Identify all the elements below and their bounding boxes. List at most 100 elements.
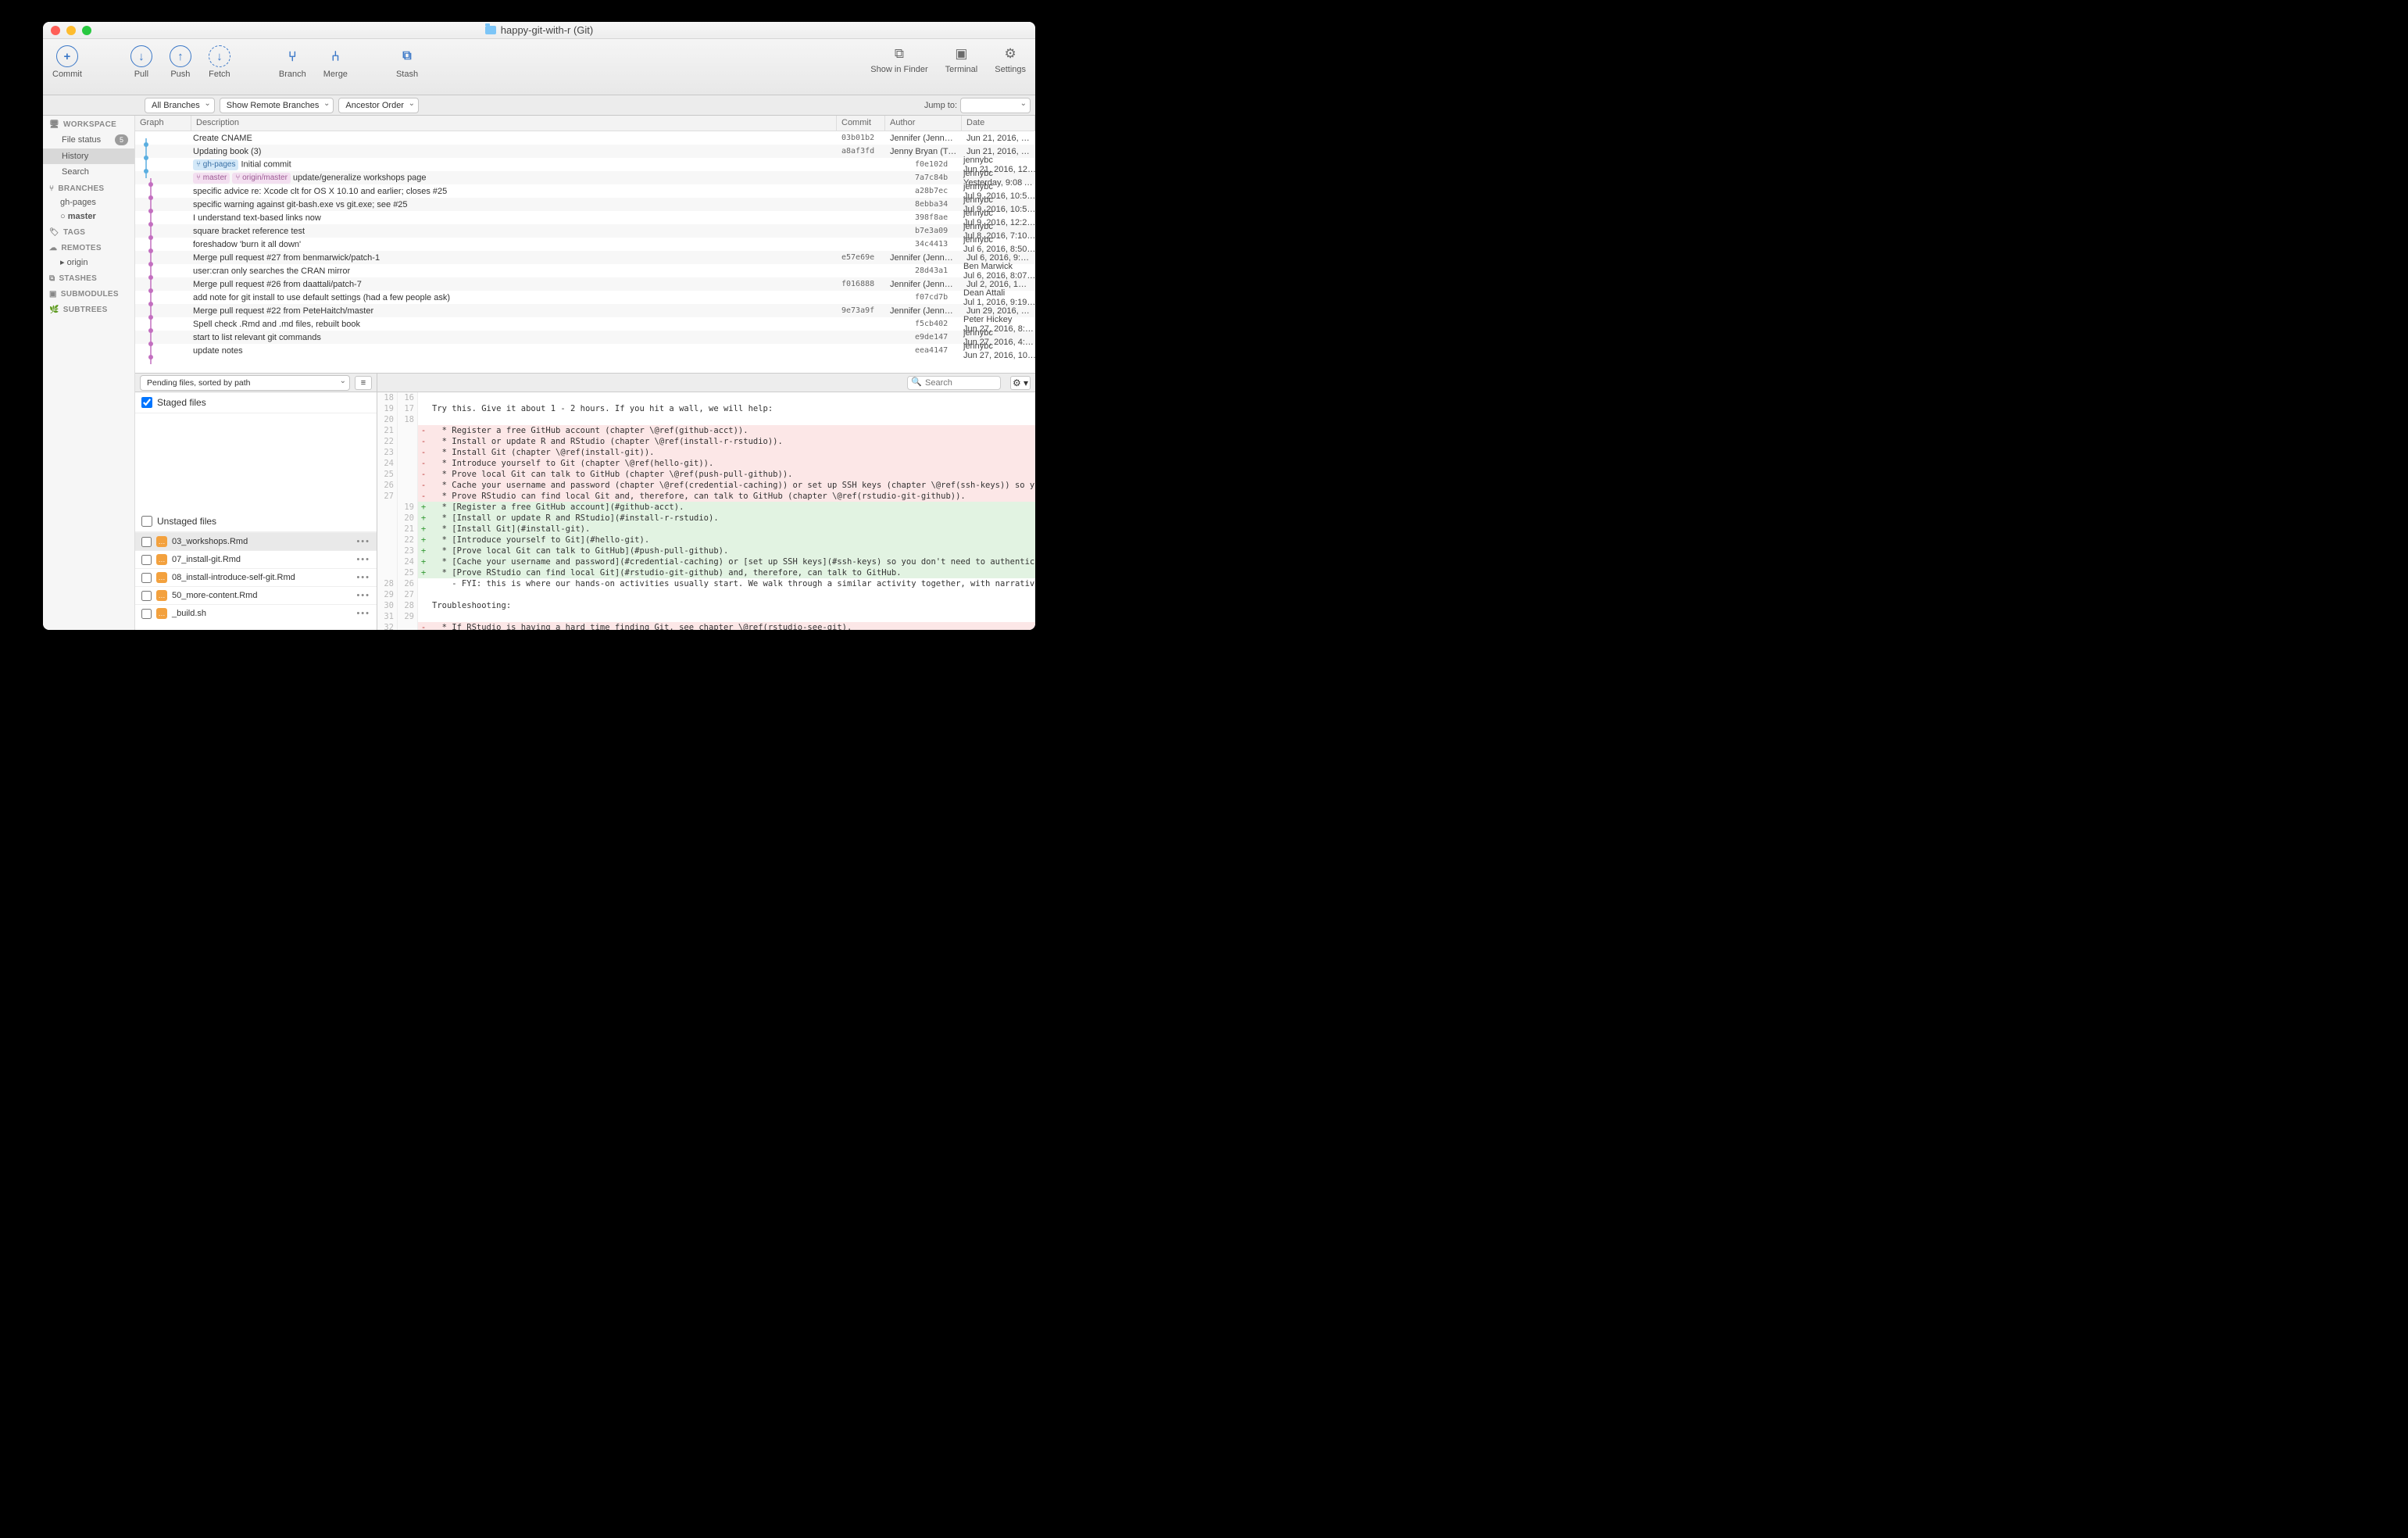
sidebar-item-history[interactable]: History [43,148,134,164]
staged-files-section[interactable]: Staged files [135,392,377,413]
modified-icon: … [156,554,167,565]
sidebar-item-file-status[interactable]: File status 5 [43,131,134,148]
commit-row[interactable]: ⑂ gh-pagesInitial commit f0e102d jennybc… [135,158,1035,171]
files-panel: Pending files, sorted by path ≡ Staged f… [135,374,377,630]
col-date[interactable]: Date [962,116,1035,131]
col-commit[interactable]: Commit [837,116,885,131]
body: 🖥 WORKSPACE File status 5 History Search… [43,116,1035,630]
branch-button[interactable]: ⑂ Branch [279,45,306,79]
commit-row[interactable]: add note for git install to use default … [135,291,1035,304]
file-item[interactable]: … 03_workshops.Rmd ••• [135,532,377,550]
commit-button[interactable]: + Commit [52,45,82,79]
unstaged-files-section[interactable]: Unstaged files [135,511,377,532]
fetch-button[interactable]: ↓ Fetch [209,45,230,79]
commit-row[interactable]: Create CNAME 03b01b2 Jennifer (Jenny) B…… [135,131,1035,145]
staged-checkbox[interactable] [141,397,152,408]
file-more-button[interactable]: ••• [356,537,370,546]
branch-master[interactable]: master [43,209,134,224]
commit-row[interactable]: I understand text-based links now 398f8a… [135,211,1035,224]
finder-icon: ⧉ [891,45,908,63]
branch-filter-select[interactable]: All Branches [145,98,215,113]
commit-row[interactable]: Updating book (3) a8af3fd Jenny Bryan (T… [135,145,1035,158]
file-more-button[interactable]: ••• [356,591,370,600]
diff-toolbar: ⚙ ▾ [377,374,1035,392]
file-name: 50_more-content.Rmd [172,591,257,600]
file-stage-checkbox[interactable] [141,609,152,619]
file-more-button[interactable]: ••• [356,555,370,564]
filter-bar: All Branches Show Remote Branches Ancest… [43,95,1035,116]
order-select[interactable]: Ancestor Order [338,98,419,113]
show-in-finder-button[interactable]: ⧉ Show in Finder [870,45,927,74]
commit-row[interactable]: update notes eea4147 jennybc Jun 27, 201… [135,344,1035,357]
diff-line: 25+ * [Prove RStudio can find local Git]… [377,567,1035,578]
file-stage-checkbox[interactable] [141,591,152,601]
diff-settings-button[interactable]: ⚙ ▾ [1010,376,1031,390]
pending-files-select[interactable]: Pending files, sorted by path [140,375,350,391]
modified-icon: … [156,590,167,601]
commit-row[interactable]: Merge pull request #26 from daattali/pat… [135,277,1035,291]
commit-row[interactable]: Merge pull request #22 from PeteHaitch/m… [135,304,1035,317]
file-more-button[interactable]: ••• [356,573,370,582]
col-author[interactable]: Author [885,116,962,131]
file-stage-checkbox[interactable] [141,555,152,565]
history-panel: Graph Description Commit Author Date Cre… [135,116,1035,374]
commit-row[interactable]: Spell check .Rmd and .md files, rebuilt … [135,317,1035,331]
col-description[interactable]: Description [191,116,837,131]
commit-row[interactable]: user:cran only searches the CRAN mirror … [135,264,1035,277]
remotes-section: ☁ REMOTES [43,239,134,255]
branches-section: ⑂ BRANCHES [43,180,134,195]
file-stage-checkbox[interactable] [141,573,152,583]
diff-line: 2826 - FYI: this is where our hands-on a… [377,578,1035,589]
history-rows: Create CNAME 03b01b2 Jennifer (Jenny) B…… [135,131,1035,373]
file-more-button[interactable]: ••• [356,609,370,618]
list-view-button[interactable]: ≡ [355,376,372,390]
commit-row[interactable]: foreshadow 'burn it all down' 34c4413 je… [135,238,1035,251]
file-item[interactable]: … 50_more-content.Rmd ••• [135,586,377,604]
sidebar-item-search[interactable]: Search [43,164,134,180]
diff-line: 2018 [377,414,1035,425]
commit-row[interactable]: Merge pull request #27 from benmarwick/p… [135,251,1035,264]
history-header: Graph Description Commit Author Date [135,116,1035,131]
merge-icon: ⑃ [324,45,346,67]
terminal-icon: ▣ [952,45,970,63]
branch-gh-pages[interactable]: gh-pages [43,195,134,209]
diff-line: 22+ * [Introduce yourself to Git](#hello… [377,535,1035,545]
commit-row[interactable]: specific warning against git-bash.exe vs… [135,198,1035,211]
file-stage-checkbox[interactable] [141,537,152,547]
gear-icon: ⚙ [1002,45,1019,63]
stash-icon: ⧉ [396,45,418,67]
commit-row[interactable]: ⑂ master⑂ origin/masterupdate/generalize… [135,171,1035,184]
merge-button[interactable]: ⑃ Merge [323,45,348,79]
remote-branches-select[interactable]: Show Remote Branches [220,98,334,113]
diff-line: 32- * If RStudio is having a hard time f… [377,622,1035,630]
stash-button[interactable]: ⧉ Stash [396,45,418,79]
files-toolbar: Pending files, sorted by path ≡ [135,374,377,392]
commit-row[interactable]: start to list relevant git commands e9de… [135,331,1035,344]
modified-icon: … [156,536,167,547]
window-title: happy-git-with-r (Git) [43,24,1035,36]
pull-button[interactable]: ↓ Pull [130,45,152,79]
settings-button[interactable]: ⚙ Settings [995,45,1026,74]
diff-body[interactable]: 1816 1917 Try this. Give it about 1 - 2 … [377,392,1035,630]
file-item[interactable]: … 07_install-git.Rmd ••• [135,550,377,568]
pull-icon: ↓ [130,45,152,67]
search-input[interactable] [907,376,1001,390]
diff-line: 19+ * [Register a free GitHub account](#… [377,502,1035,513]
commit-row[interactable]: specific advice re: Xcode clt for OS X 1… [135,184,1035,198]
terminal-button[interactable]: ▣ Terminal [945,45,978,74]
jump-to-select[interactable] [960,98,1031,113]
file-item[interactable]: … _build.sh ••• [135,604,377,622]
diff-line: 21- * Register a free GitHub account (ch… [377,425,1035,436]
push-button[interactable]: ↑ Push [170,45,191,79]
tags-section: 🏷 TAGS [43,224,134,239]
detail-panel: Pending files, sorted by path ≡ Staged f… [135,374,1035,630]
fetch-icon: ↓ [209,45,230,67]
unstaged-checkbox[interactable] [141,516,152,527]
diff-search [907,376,1001,390]
submodules-section: ▣ SUBMODULES [43,285,134,301]
remote-origin[interactable]: ▸ origin [43,255,134,270]
commit-row[interactable]: square bracket reference test b7e3a09 je… [135,224,1035,238]
col-graph[interactable]: Graph [135,116,191,131]
branch-tag: ⑂ gh-pages [193,159,238,170]
file-item[interactable]: … 08_install-introduce-self-git.Rmd ••• [135,568,377,586]
